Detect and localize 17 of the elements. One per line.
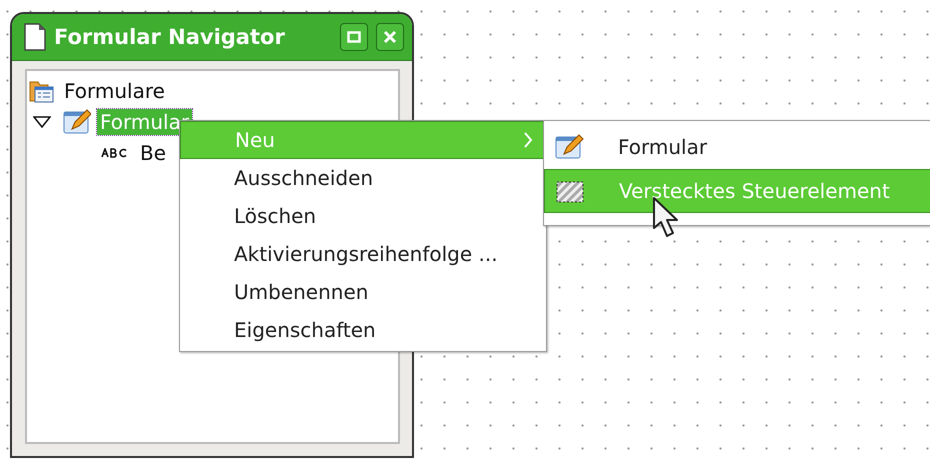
maximize-icon: [347, 31, 361, 43]
document-icon: [24, 23, 46, 51]
form-icon: [554, 134, 584, 160]
tree-item[interactable]: Be: [137, 140, 170, 166]
expander-icon[interactable]: [33, 116, 51, 128]
menu-item[interactable]: Umbenennen: [180, 273, 546, 311]
menu-item[interactable]: Aktivierungsreihenfolge ...: [180, 235, 546, 273]
menu-item[interactable]: Löschen: [180, 197, 546, 235]
close-button[interactable]: [376, 23, 404, 51]
form-icon: [63, 108, 91, 134]
window-title: Formular Navigator: [54, 25, 286, 49]
close-icon: [383, 30, 397, 44]
menu-item[interactable]: Eigenschaften: [180, 311, 546, 349]
maximize-button[interactable]: [340, 23, 368, 51]
menu-item[interactable]: Ausschneiden: [180, 159, 546, 197]
tree-item[interactable]: Formulare: [61, 78, 168, 104]
menu-item[interactable]: Formular: [544, 125, 930, 169]
